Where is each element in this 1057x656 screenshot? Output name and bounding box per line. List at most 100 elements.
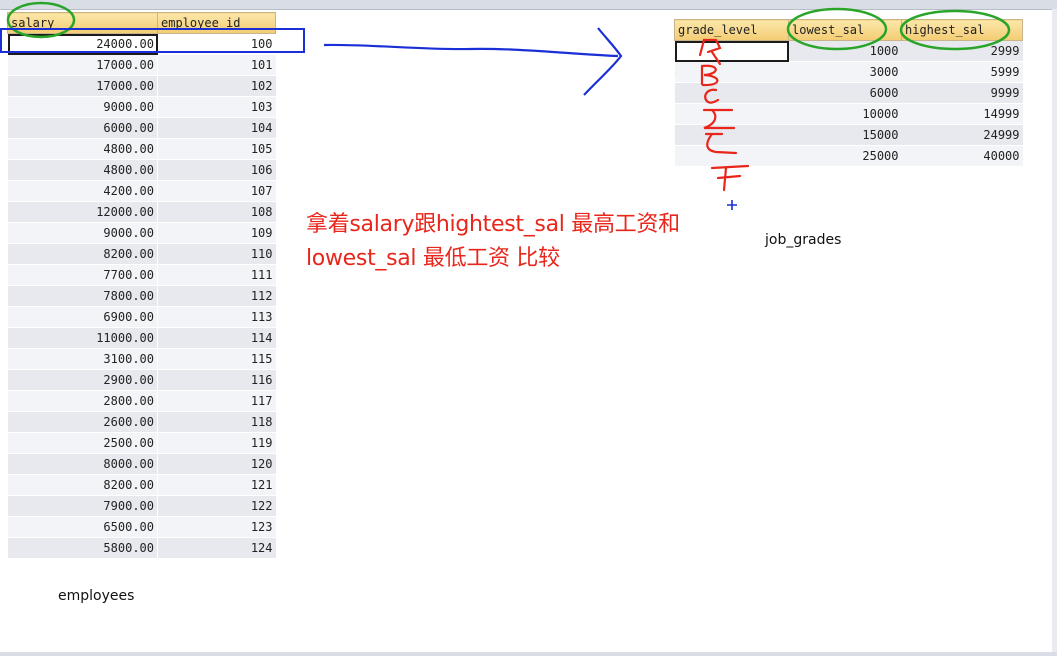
employee-id-cell[interactable]: 115 [157,348,276,370]
salary-cell[interactable]: 2800.00 [7,390,158,412]
table-row[interactable]: 6900.00 113 [7,306,276,328]
employee-id-cell[interactable]: 116 [157,369,276,391]
table-row[interactable]: 9000.00 103 [7,96,276,118]
table-row[interactable]: E 1500024999 [674,124,1023,146]
employee-id-cell[interactable]: 120 [157,453,276,475]
table-row[interactable]: A 10002999 [674,40,1023,62]
table-row[interactable]: 2800.00 117 [7,390,276,412]
salary-cell[interactable]: 11000.00 [7,327,158,349]
salary-cell[interactable]: 12000.00 [7,201,158,223]
salary-cell[interactable]: 2600.00 [7,411,158,433]
employee-id-cell[interactable]: 106 [157,159,276,181]
employee-id-cell[interactable]: 111 [157,264,276,286]
employee-id-cell[interactable]: 113 [157,306,276,328]
lowest-sal-cell[interactable]: 25000 [788,145,902,167]
employee-id-cell[interactable]: 103 [157,96,276,118]
table-row[interactable]: 6000.00 104 [7,117,276,139]
salary-cell[interactable]: 17000.00 [7,54,158,76]
salary-cell[interactable]: 4200.00 [7,180,158,202]
grade-level-cell[interactable]: A [674,40,789,62]
employee-id-cell[interactable]: 122 [157,495,276,517]
table-row[interactable]: 6500.00 123 [7,516,276,538]
salary-cell[interactable]: 6500.00 [7,516,158,538]
highest-sal-cell[interactable]: 2999 [901,40,1023,62]
employee-id-cell[interactable]: 110 [157,243,276,265]
salary-cell[interactable]: 24000.00 [7,33,158,55]
table-row[interactable]: 8000.00 120 [7,453,276,475]
table-row[interactable]: 12000.00 108 [7,201,276,223]
employee-id-cell[interactable]: 107 [157,180,276,202]
employee-id-cell[interactable]: 118 [157,411,276,433]
employee-id-cell[interactable]: 121 [157,474,276,496]
grade-level-cell[interactable]: C [674,82,789,104]
employee-id-cell[interactable]: 101 [157,54,276,76]
salary-cell[interactable]: 3100.00 [7,348,158,370]
salary-cell[interactable]: 8200.00 [7,474,158,496]
highest-sal-cell[interactable]: 40000 [901,145,1023,167]
employee-id-cell[interactable]: 123 [157,516,276,538]
table-row[interactable]: 7700.00 111 [7,264,276,286]
salary-cell[interactable]: 5800.00 [7,537,158,559]
column-header-employee-id[interactable]: employee id [157,12,276,34]
column-header-highest-sal[interactable]: highest_sal [901,19,1023,41]
table-row[interactable]: 8200.00 121 [7,474,276,496]
table-row[interactable]: 17000.00 101 [7,54,276,76]
salary-cell[interactable]: 9000.00 [7,222,158,244]
salary-cell[interactable]: 2900.00 [7,369,158,391]
table-row[interactable]: 11000.00 114 [7,327,276,349]
employee-id-cell[interactable]: 104 [157,117,276,139]
salary-cell[interactable]: 4800.00 [7,138,158,160]
table-row[interactable]: 4200.00 107 [7,180,276,202]
column-header-lowest-sal[interactable]: lowest_sal [788,19,902,41]
table-row[interactable]: 9000.00 109 [7,222,276,244]
lowest-sal-cell[interactable]: 15000 [788,124,902,146]
salary-cell[interactable]: 7800.00 [7,285,158,307]
grade-level-cell[interactable]: F [674,145,789,167]
lowest-sal-cell[interactable]: 10000 [788,103,902,125]
salary-cell[interactable]: 9000.00 [7,96,158,118]
column-header-salary[interactable]: salary [7,12,158,34]
table-row[interactable]: F 2500040000 [674,145,1023,167]
table-row[interactable]: 8200.00 110 [7,243,276,265]
salary-cell[interactable]: 8000.00 [7,453,158,475]
salary-cell[interactable]: 4800.00 [7,159,158,181]
table-row[interactable]: 4800.00 106 [7,159,276,181]
table-row[interactable]: 5800.00 124 [7,537,276,559]
salary-cell[interactable]: 6900.00 [7,306,158,328]
lowest-sal-cell[interactable]: 6000 [788,82,902,104]
employee-id-cell[interactable]: 117 [157,390,276,412]
lowest-sal-cell[interactable]: 3000 [788,61,902,83]
employee-id-cell[interactable]: 105 [157,138,276,160]
employee-id-cell[interactable]: 108 [157,201,276,223]
employee-id-cell[interactable]: 114 [157,327,276,349]
highest-sal-cell[interactable]: 24999 [901,124,1023,146]
grade-level-cell[interactable]: D [674,103,789,125]
table-row[interactable]: 17000.00 102 [7,75,276,97]
salary-cell[interactable]: 7900.00 [7,495,158,517]
employee-id-cell[interactable]: 112 [157,285,276,307]
table-row[interactable]: 2600.00 118 [7,411,276,433]
salary-cell[interactable]: 17000.00 [7,75,158,97]
table-row[interactable]: 2900.00 116 [7,369,276,391]
salary-cell[interactable]: 6000.00 [7,117,158,139]
highest-sal-cell[interactable]: 9999 [901,82,1023,104]
highest-sal-cell[interactable]: 5999 [901,61,1023,83]
table-row[interactable]: B 30005999 [674,61,1023,83]
table-row[interactable]: 3100.00 115 [7,348,276,370]
table-row[interactable]: 7900.00 122 [7,495,276,517]
employee-id-cell[interactable]: 109 [157,222,276,244]
highest-sal-cell[interactable]: 14999 [901,103,1023,125]
column-header-grade-level[interactable]: grade_level [674,19,789,41]
table-row[interactable]: 24000.00 100 [7,33,276,55]
salary-cell[interactable]: 7700.00 [7,264,158,286]
table-row[interactable]: 7800.00 112 [7,285,276,307]
salary-cell[interactable]: 8200.00 [7,243,158,265]
employee-id-cell[interactable]: 102 [157,75,276,97]
salary-cell[interactable]: 2500.00 [7,432,158,454]
table-row[interactable]: 4800.00 105 [7,138,276,160]
table-row[interactable]: 2500.00 119 [7,432,276,454]
table-row[interactable]: D 1000014999 [674,103,1023,125]
employee-id-cell[interactable]: 119 [157,432,276,454]
grade-level-cell[interactable]: E [674,124,789,146]
table-row[interactable]: C 60009999 [674,82,1023,104]
